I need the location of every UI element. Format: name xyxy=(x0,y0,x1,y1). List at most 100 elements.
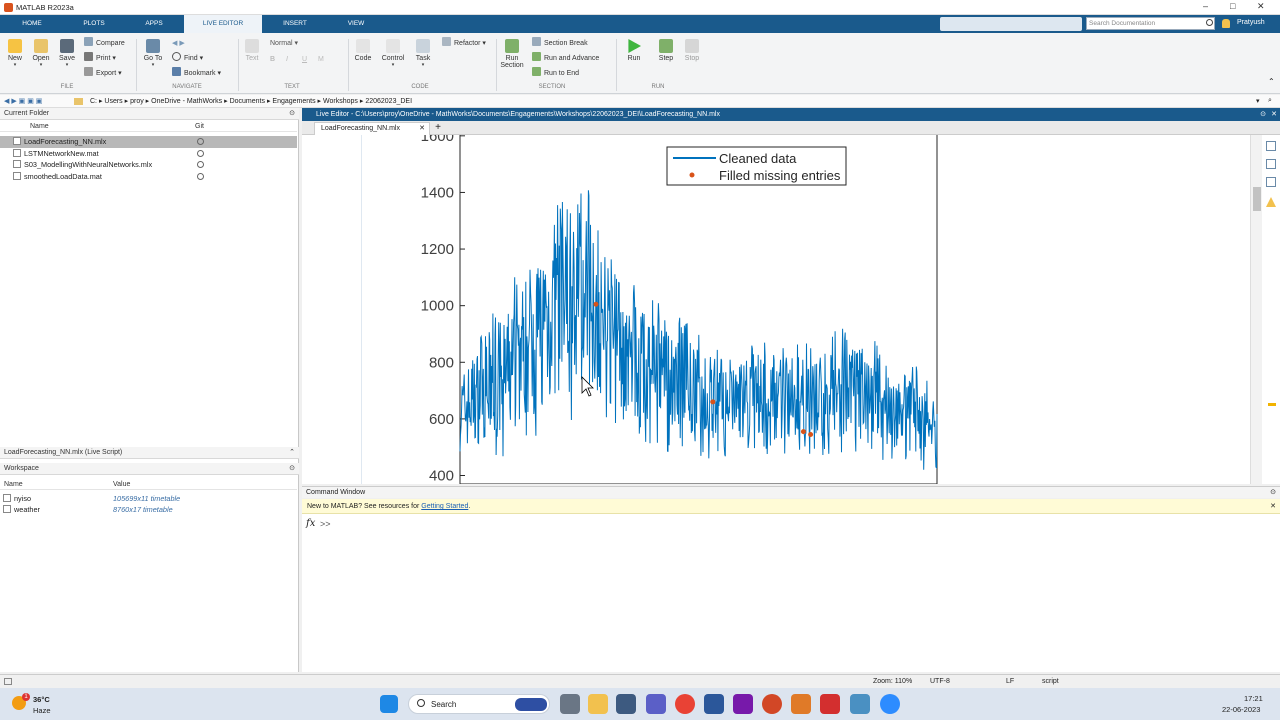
live-editor-canvas[interactable]: 400 600 800 1000 1200 1400 1600 Cleaned data Fil… xyxy=(302,135,1280,484)
matlab-icon[interactable] xyxy=(791,694,811,714)
user-name[interactable]: Pratyush xyxy=(1237,19,1265,26)
clock-date[interactable]: 22-06-2023 xyxy=(1222,705,1260,714)
tab-home[interactable]: HOME xyxy=(10,15,54,33)
file-row[interactable]: S03_ModellingWithNeuralNetworks.mlx xyxy=(0,159,297,171)
workspace-row[interactable]: weather 8760x17 timetable xyxy=(0,504,297,516)
onenote-icon[interactable] xyxy=(733,694,753,714)
new-button[interactable]: New ▾ xyxy=(4,39,26,68)
editor-tab[interactable]: LoadForecasting_NN.mlx ✕ xyxy=(314,122,430,135)
export-button[interactable]: Export ▾ xyxy=(84,67,122,81)
back-forward-buttons[interactable]: ◀ ▶ xyxy=(172,37,185,51)
workspace-row[interactable]: nyiso 105699x11 timetable xyxy=(0,493,297,505)
task-button[interactable]: Task ▾ xyxy=(412,39,434,68)
text-style-dropdown[interactable]: Normal ▾ xyxy=(270,37,298,51)
minimize-button[interactable]: – xyxy=(1203,1,1208,11)
encoding-status[interactable]: UTF-8 xyxy=(930,675,950,688)
add-tab-button[interactable]: + xyxy=(432,122,444,134)
start-icon[interactable] xyxy=(380,695,398,713)
breadcrumb[interactable]: C: ▸ Users ▸ proy ▸ OneDrive - MathWorks… xyxy=(90,97,412,105)
crumb-users[interactable]: Users xyxy=(104,98,122,105)
panel-menu-icon[interactable]: ⊙ xyxy=(289,463,295,475)
monospace-button[interactable]: M xyxy=(318,53,324,67)
bold-button[interactable]: B xyxy=(270,53,275,67)
clock-time[interactable]: 17:21 xyxy=(1244,694,1263,703)
close-button[interactable]: ✕ xyxy=(1257,1,1265,12)
tab-plots[interactable]: PLOTS xyxy=(72,15,116,33)
bell-icon[interactable] xyxy=(1222,19,1230,28)
store-icon[interactable] xyxy=(616,694,636,714)
run-button[interactable]: Run xyxy=(622,39,646,62)
collapse-toolstrip-icon[interactable]: ⌃ xyxy=(1268,77,1275,86)
command-window[interactable]: fx >> xyxy=(302,514,1280,672)
crumb-folder[interactable]: 22062023_DEI xyxy=(365,98,412,105)
file-explorer-icon[interactable] xyxy=(588,694,608,714)
code-button[interactable]: Code xyxy=(352,39,374,62)
crumb-onedrive[interactable]: OneDrive - MathWorks xyxy=(151,98,222,105)
output-right-icon[interactable] xyxy=(1266,159,1276,169)
word-icon[interactable] xyxy=(704,694,724,714)
notepad-icon[interactable] xyxy=(850,694,870,714)
search-documentation-input[interactable]: Search Documentation xyxy=(1086,17,1215,30)
taskbar-search[interactable]: Search xyxy=(408,694,550,714)
details-header[interactable]: LoadForecasting_NN.mlx (Live Script) ⌃ xyxy=(0,447,299,459)
fx-icon[interactable]: fx xyxy=(306,518,315,529)
italic-button[interactable]: I xyxy=(286,53,288,67)
hide-code-icon[interactable] xyxy=(1266,177,1276,187)
scrollbar-thumb[interactable] xyxy=(1253,187,1261,211)
crumb-documents[interactable]: Documents xyxy=(230,98,265,105)
editor-menu-icon[interactable]: ⊙ xyxy=(1260,108,1266,121)
powerpoint-icon[interactable] xyxy=(762,694,782,714)
tab-view[interactable]: VIEW xyxy=(334,15,378,33)
column-name[interactable]: Name xyxy=(30,121,49,132)
search-icon[interactable] xyxy=(1206,19,1213,26)
zoom-status[interactable]: Zoom: 110% xyxy=(873,675,912,688)
teams-icon[interactable] xyxy=(646,694,666,714)
text-button[interactable]: Text xyxy=(242,39,262,62)
refactor-button[interactable]: Refactor ▾ xyxy=(442,37,486,51)
column-value[interactable]: Value xyxy=(113,479,130,490)
expand-icon[interactable]: ⌃ xyxy=(289,447,295,459)
figure-output[interactable]: 400 600 800 1000 1200 1400 1600 Cleaned data Fil… xyxy=(382,135,942,484)
crumb-c[interactable]: C: xyxy=(90,98,97,105)
tab-close-icon[interactable]: ✕ xyxy=(419,123,425,135)
column-git[interactable]: Git xyxy=(195,121,204,132)
file-row[interactable]: smoothedLoadData.mat xyxy=(0,171,297,183)
panel-menu-icon[interactable]: ⊙ xyxy=(289,108,295,120)
open-button[interactable]: Open ▾ xyxy=(30,39,52,68)
crumb-workshops[interactable]: Workshops xyxy=(323,98,358,105)
crumb-engagements[interactable]: Engagements xyxy=(272,98,315,105)
address-bar[interactable]: ◀ ▶ ▣ ▣ ▣ C: ▸ Users ▸ proy ▸ OneDrive -… xyxy=(0,95,1280,108)
output-inline-icon[interactable] xyxy=(1266,141,1276,151)
search-folder-icon[interactable]: ⌕ xyxy=(1268,97,1272,105)
tab-live-editor[interactable]: LIVE EDITOR xyxy=(184,15,262,33)
warning-icon[interactable] xyxy=(1266,197,1276,207)
save-button[interactable]: Save ▾ xyxy=(56,39,78,68)
acrobat-icon[interactable] xyxy=(820,694,840,714)
close-banner-icon[interactable]: ✕ xyxy=(1270,499,1276,514)
editor-close-icon[interactable]: ✕ xyxy=(1271,108,1277,121)
compare-button[interactable]: Compare xyxy=(84,37,125,51)
file-type-status[interactable]: script xyxy=(1042,675,1059,688)
step-button[interactable]: Step xyxy=(654,39,678,62)
section-break-button[interactable]: Section Break xyxy=(532,37,588,51)
underline-button[interactable]: U xyxy=(302,53,307,67)
eol-status[interactable]: LF xyxy=(1006,675,1014,688)
file-row[interactable]: LSTMNetworkNew.mat xyxy=(0,148,297,160)
panel-menu-icon[interactable]: ⊙ xyxy=(1270,487,1276,499)
address-dropdown-icon[interactable]: ▾ xyxy=(1256,97,1260,105)
column-name[interactable]: Name xyxy=(4,479,23,490)
find-button[interactable]: Find ▾ xyxy=(172,52,203,66)
tab-apps[interactable]: APPS xyxy=(132,15,176,33)
nav-buttons[interactable]: ◀ ▶ ▣ ▣ ▣ xyxy=(4,97,42,105)
run-advance-button[interactable]: Run and Advance xyxy=(532,52,599,66)
goto-button[interactable]: Go To ▾ xyxy=(140,39,166,68)
print-button[interactable]: Print ▾ xyxy=(84,52,116,66)
bookmark-button[interactable]: Bookmark ▾ xyxy=(172,67,221,81)
zoom-icon[interactable] xyxy=(880,694,900,714)
run-to-end-button[interactable]: Run to End xyxy=(532,67,579,81)
file-row[interactable]: LoadForecasting_NN.mlx xyxy=(0,136,297,148)
control-button[interactable]: Control ▾ xyxy=(380,39,406,68)
editor-scrollbar[interactable] xyxy=(1250,135,1262,484)
stop-button[interactable]: Stop xyxy=(680,39,704,62)
run-section-button[interactable]: Run Section xyxy=(498,39,526,69)
